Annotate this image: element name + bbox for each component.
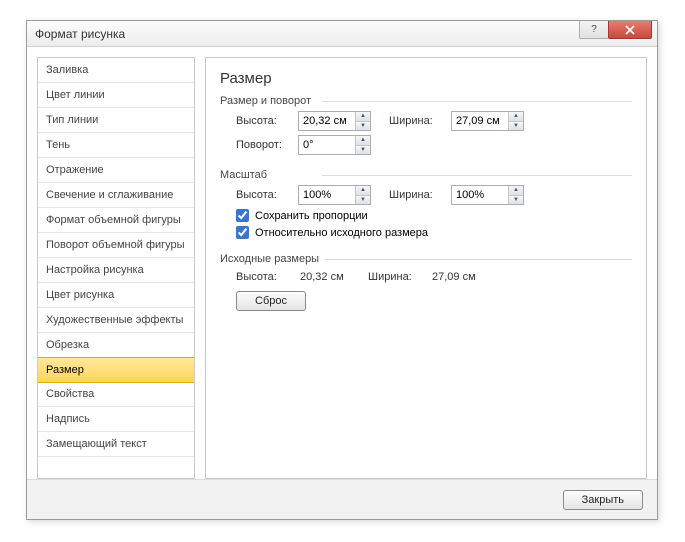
scale-width-spinner[interactable]: ▲▼ — [451, 185, 524, 205]
scale-width-label: Ширина: — [389, 189, 445, 201]
width-spinner[interactable]: ▲▼ — [451, 111, 524, 131]
height-spinner[interactable]: ▲▼ — [298, 111, 371, 131]
width-label: Ширина: — [389, 115, 445, 127]
lock-aspect-label: Сохранить пропорции — [255, 210, 368, 222]
width-input[interactable] — [452, 112, 508, 130]
sidebar-item[interactable]: Формат объемной фигуры — [38, 208, 194, 233]
size-panel: Размер Размер и поворот Высота: ▲▼ Ширин… — [205, 57, 647, 479]
sidebar-item[interactable]: Свечение и сглаживание — [38, 183, 194, 208]
spin-up-icon[interactable]: ▲ — [356, 136, 370, 146]
group-legend: Масштаб — [220, 169, 273, 181]
sidebar-item[interactable]: Размер — [37, 357, 195, 383]
dialog-footer: Закрыть — [27, 479, 657, 519]
scale-height-label: Высота: — [236, 189, 292, 201]
sidebar-item[interactable]: Тип линии — [38, 108, 194, 133]
orig-width-value: 27,09 см — [432, 271, 476, 283]
titlebar: Формат рисунка ? — [27, 21, 657, 47]
sidebar-item[interactable]: Тень — [38, 133, 194, 158]
close-icon — [625, 25, 635, 35]
spin-up-icon[interactable]: ▲ — [356, 112, 370, 122]
sidebar-item[interactable]: Заливка — [38, 58, 194, 83]
relative-original-label: Относительно исходного размера — [255, 227, 428, 239]
rotation-spinner[interactable]: ▲▼ — [298, 135, 371, 155]
window-close-button[interactable] — [608, 21, 652, 39]
scale-height-input[interactable] — [299, 186, 355, 204]
window-title: Формат рисунка — [35, 27, 125, 41]
spin-up-icon[interactable]: ▲ — [509, 186, 523, 196]
category-sidebar: ЗаливкаЦвет линииТип линииТеньОтражениеС… — [37, 57, 195, 479]
spin-up-icon[interactable]: ▲ — [356, 186, 370, 196]
spin-down-icon[interactable]: ▼ — [356, 196, 370, 205]
group-scale: Масштаб Высота: ▲▼ Ширина: ▲▼ Сохранит — [220, 169, 632, 243]
help-button[interactable]: ? — [579, 21, 609, 39]
orig-width-label: Ширина: — [368, 271, 424, 283]
panel-heading: Размер — [220, 70, 632, 87]
sidebar-item[interactable]: Цвет линии — [38, 83, 194, 108]
sidebar-item[interactable]: Поворот объемной фигуры — [38, 233, 194, 258]
sidebar-item[interactable]: Цвет рисунка — [38, 283, 194, 308]
orig-height-label: Высота: — [236, 271, 292, 283]
scale-width-input[interactable] — [452, 186, 508, 204]
height-label: Высота: — [236, 115, 292, 127]
sidebar-item[interactable]: Настройка рисунка — [38, 258, 194, 283]
group-legend: Размер и поворот — [220, 95, 317, 107]
height-input[interactable] — [299, 112, 355, 130]
relative-original-checkbox[interactable] — [236, 226, 249, 239]
dialog-window: Формат рисунка ? ЗаливкаЦвет линииТип ли… — [26, 20, 658, 520]
group-original-size: Исходные размеры Высота: 20,32 см Ширина… — [220, 253, 632, 311]
spin-down-icon[interactable]: ▼ — [509, 196, 523, 205]
sidebar-item[interactable]: Свойства — [38, 382, 194, 407]
group-size-rotation: Размер и поворот Высота: ▲▼ Ширина: ▲▼ П… — [220, 95, 632, 159]
spin-up-icon[interactable]: ▲ — [509, 112, 523, 122]
rotation-input[interactable] — [299, 136, 355, 154]
rotation-label: Поворот: — [236, 139, 292, 151]
reset-button[interactable]: Сброс — [236, 291, 306, 311]
sidebar-item[interactable]: Надпись — [38, 407, 194, 432]
spin-down-icon[interactable]: ▼ — [509, 122, 523, 131]
group-legend: Исходные размеры — [220, 253, 325, 265]
spin-down-icon[interactable]: ▼ — [356, 122, 370, 131]
sidebar-item[interactable]: Отражение — [38, 158, 194, 183]
close-button[interactable]: Закрыть — [563, 490, 643, 510]
spin-down-icon[interactable]: ▼ — [356, 146, 370, 155]
lock-aspect-checkbox[interactable] — [236, 209, 249, 222]
sidebar-item[interactable]: Замещающий текст — [38, 432, 194, 457]
sidebar-item[interactable]: Художественные эффекты — [38, 308, 194, 333]
orig-height-value: 20,32 см — [300, 271, 360, 283]
scale-height-spinner[interactable]: ▲▼ — [298, 185, 371, 205]
sidebar-item[interactable]: Обрезка — [38, 333, 194, 358]
